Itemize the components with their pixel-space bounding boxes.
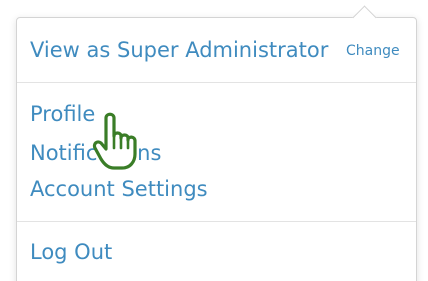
view-as-super-administrator-label: View as Super Administrator <box>30 38 329 62</box>
menu-item-log-out[interactable]: Log Out <box>30 239 112 265</box>
divider <box>17 82 416 83</box>
hand-pointer-icon <box>92 112 137 170</box>
change-role-link[interactable]: Change <box>346 42 400 60</box>
menu-item-profile[interactable]: Profile <box>30 101 95 127</box>
user-dropdown-menu: View as Super Administrator Change Profi… <box>16 17 417 281</box>
divider <box>17 221 416 222</box>
screen: View as Super Administrator Change Profi… <box>0 0 428 281</box>
menu-item-account-settings[interactable]: Account Settings <box>30 176 208 202</box>
